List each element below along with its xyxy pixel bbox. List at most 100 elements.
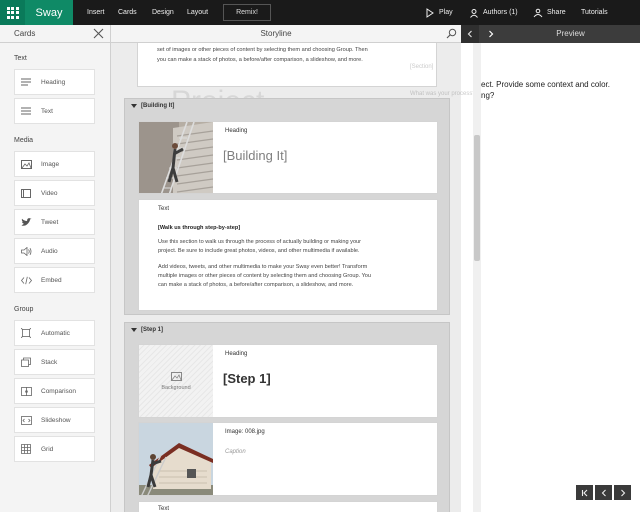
collapse-triangle-icon[interactable] (131, 328, 137, 332)
card-button-automatic[interactable]: Automatic (14, 320, 95, 346)
image-icon (170, 371, 182, 381)
text-card[interactable]: Text [Walk us through step-by-step] Use … (138, 199, 438, 311)
background-placeholder[interactable]: Background (139, 345, 213, 417)
audio-icon (20, 245, 32, 257)
card-button-heading[interactable]: Heading (14, 69, 95, 95)
card-button-video[interactable]: Video (14, 180, 95, 206)
play-button[interactable]: Play (425, 0, 453, 25)
share-label: Share (547, 9, 566, 16)
preview-text: ect. Provide some context and color. ng? (481, 79, 640, 101)
scrollbar-thumb[interactable] (474, 135, 480, 261)
comparison-icon (20, 385, 32, 397)
remix-button[interactable]: Remix! (223, 4, 271, 21)
first-slide-button[interactable] (576, 485, 593, 500)
twitter-icon (20, 216, 32, 228)
heading-text[interactable]: [Building It] (223, 148, 287, 163)
section-label[interactable]: [Step 1] (131, 327, 163, 333)
tutorials-button[interactable]: Tutorials (581, 0, 608, 25)
card-type-label: Image: 008.jpg (225, 429, 265, 435)
storyline-header: Storyline (111, 25, 461, 43)
text-card[interactable]: Text (138, 501, 438, 512)
text-card-line: set of images or other pieces of content… (157, 47, 368, 53)
group-title-group: Group (14, 306, 34, 313)
menu-insert[interactable]: Insert (87, 0, 105, 25)
card-button-audio[interactable]: Audio (14, 238, 95, 264)
heading-text[interactable]: [Step 1] (223, 371, 271, 386)
stack-icon (20, 356, 32, 368)
card-button-image[interactable]: Image (14, 151, 95, 177)
house-photo (139, 423, 213, 495)
card-label: Tweet (41, 218, 59, 226)
preview-line: ect. Provide some context and color. (481, 80, 610, 89)
text-card-partial[interactable]: set of images or other pieces of content… (137, 43, 437, 87)
menu-layout[interactable]: Layout (187, 0, 208, 25)
expand-preview-button[interactable] (482, 25, 500, 43)
card-button-embed[interactable]: Embed (14, 267, 95, 293)
card-button-grid[interactable]: Grid (14, 436, 95, 462)
text-card-line: Use this section to walk us through the … (158, 239, 362, 245)
authors-button[interactable]: Authors (1) (469, 0, 518, 25)
chevron-left-icon (467, 30, 472, 38)
slideshow-icon (20, 414, 32, 426)
person-icon (470, 8, 478, 18)
share-button[interactable]: Share (533, 0, 566, 25)
close-icon[interactable] (93, 28, 104, 39)
card-button-text[interactable]: Text (14, 98, 95, 124)
text-card-line: project. Be sure to include great photos… (158, 248, 360, 254)
section-building-it[interactable]: [Building It] Heading [Building It] Text (124, 98, 450, 315)
top-bar: Sway Insert Cards Design Layout Remix! P… (0, 0, 640, 25)
app-name[interactable]: Sway (25, 0, 73, 25)
section-step-1[interactable]: [Step 1] Background Heading [Step 1] Ima… (124, 322, 450, 512)
card-type-label: Text (158, 506, 170, 512)
video-icon (20, 187, 32, 199)
card-button-stack[interactable]: Stack (14, 349, 95, 375)
card-type-label: Heading (225, 128, 248, 134)
card-label: Image (41, 160, 60, 168)
card-label: Comparison (41, 387, 77, 395)
card-label: Embed (41, 276, 62, 284)
heading-card[interactable]: Heading [Building It] (138, 121, 438, 194)
background-label: Background (161, 384, 191, 391)
card-type-label: Text (158, 206, 170, 212)
play-label: Play (439, 9, 453, 16)
play-icon (426, 7, 434, 18)
heading-card[interactable]: Background Heading [Step 1] (138, 344, 438, 418)
app-launcher-icon[interactable] (0, 0, 25, 25)
cards-panel-header: Cards (0, 25, 110, 43)
search-icon[interactable] (446, 28, 457, 39)
share-icon (533, 8, 543, 17)
text-icon (20, 105, 32, 117)
card-button-comparison[interactable]: Comparison (14, 378, 95, 404)
storyline-scrollbar[interactable] (473, 43, 481, 512)
next-slide-button[interactable] (614, 485, 631, 500)
caption-field[interactable]: Caption (225, 449, 246, 455)
chevron-right-icon (489, 30, 494, 38)
preview-pane[interactable]: ect. Provide some context and color. ng? (481, 43, 640, 512)
card-type-label: Heading (225, 351, 248, 357)
menu-design[interactable]: Design (152, 0, 174, 25)
card-button-tweet[interactable]: Tweet (14, 209, 95, 235)
menu-cards[interactable]: Cards (118, 0, 137, 25)
chevron-right-icon (620, 489, 625, 496)
image-card[interactable]: Image: 008.jpg Caption (138, 422, 438, 496)
card-label: Slideshow (41, 416, 71, 424)
grid-icon (20, 443, 32, 455)
text-card-line: Add videos, tweets, and other multimedia… (158, 264, 368, 270)
card-label: Text (41, 107, 53, 115)
section-label[interactable]: [Building It] (131, 103, 174, 109)
card-button-slideshow[interactable]: Slideshow (14, 407, 95, 433)
text-card-line: can make a stack of photos, a before/aft… (158, 282, 354, 288)
preview-navigation (576, 485, 631, 500)
ghost-process-text: What was your process? (410, 91, 476, 97)
storyline-canvas[interactable]: Project set of images or other pieces of… (111, 43, 461, 512)
storyline-title: Storyline (260, 29, 292, 38)
authors-label: Authors (1) (483, 9, 518, 16)
text-card-line: multiple images or other pieces of conte… (158, 273, 372, 279)
card-label: Video (41, 189, 58, 197)
embed-icon (20, 274, 32, 286)
cards-panel-title: Cards (14, 29, 36, 38)
collapse-triangle-icon[interactable] (131, 104, 137, 108)
collapse-preview-button[interactable] (461, 25, 479, 43)
text-card-bold-line: [Walk us through step-by-step] (158, 225, 241, 231)
previous-slide-button[interactable] (595, 485, 612, 500)
